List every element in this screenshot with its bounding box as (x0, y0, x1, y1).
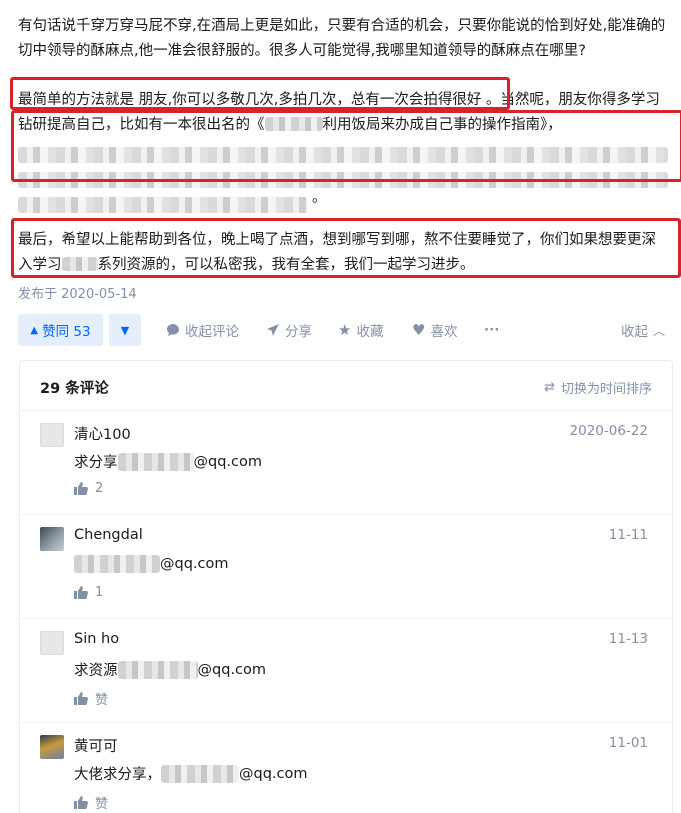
comment-date: 11-13 (608, 631, 648, 647)
highlight-box (11, 110, 681, 182)
like-button[interactable]: ♥ 喜欢 (412, 314, 457, 346)
comment-text: 大佬求分享， @qq.com (74, 763, 308, 784)
comment-item: 黄可可 11-01 大佬求分享， @qq.com 赞 (20, 723, 672, 813)
blurred-email (161, 764, 239, 783)
highlight-box (10, 77, 510, 110)
blurred-email (117, 660, 198, 679)
avatar[interactable] (40, 423, 64, 447)
comment-text: @qq.com (74, 555, 229, 573)
like-label: 喜欢 (430, 324, 458, 340)
comment-text: 求资源 @qq.com (74, 659, 266, 680)
blurred-email (117, 452, 194, 471)
comment-suffix: @qq.com (160, 556, 229, 572)
swap-icon: ⇄ (544, 380, 555, 395)
upvote-button[interactable]: ▲ 赞同 53 (18, 314, 103, 346)
comment-suffix: @qq.com (193, 453, 263, 470)
comment-author[interactable]: Sin ho (74, 631, 119, 647)
action-bar: ▲ 赞同 53 ▼ 收起评论 分享 ★ 收藏 ♥ 喜欢 ··· 收起 ︿ (18, 314, 668, 346)
comments-header: 29 条评论 ⇄ 切换为时间排序 (20, 361, 672, 411)
comment-item: Sin ho 11-13 求资源 @qq.com 赞 (20, 619, 672, 723)
comment-like-button[interactable]: 赞 (74, 793, 108, 812)
avatar[interactable] (40, 631, 64, 655)
comment-like-count: 赞 (95, 797, 109, 812)
comment-date: 2020-06-22 (569, 423, 648, 439)
comment-item: 清心100 2020-06-22 求分享 @qq.com 2 (20, 411, 672, 515)
triangle-down-icon: ▼ (120, 323, 130, 337)
downvote-button[interactable]: ▼ (109, 314, 141, 346)
comment-icon (167, 324, 179, 336)
share-button[interactable]: 分享 (266, 314, 312, 346)
comment-suffix: @qq.com (197, 661, 267, 678)
star-icon: ★ (338, 321, 352, 339)
sort-label: 切换为时间排序 (560, 382, 652, 397)
comment-like-count: 赞 (95, 693, 109, 708)
thumb-up-icon (74, 586, 88, 599)
comments-count: 29 条评论 (40, 381, 109, 397)
comment-like-button[interactable]: 赞 (74, 689, 108, 708)
share-icon (267, 324, 279, 336)
paragraph-2-end: 。 (312, 190, 327, 206)
publish-date: 发布于 2020-05-14 (18, 287, 137, 302)
comment-suffix: @qq.com (239, 765, 308, 782)
more-icon: ··· (484, 322, 500, 338)
heart-icon: ♥ (412, 321, 426, 339)
triangle-up-icon: ▲ (30, 324, 39, 336)
avatar[interactable] (40, 527, 64, 551)
more-button[interactable]: ··· (484, 314, 499, 346)
thumb-up-icon (74, 796, 88, 809)
avatar[interactable] (40, 735, 64, 759)
comment-prefix: 求分享 (74, 455, 118, 471)
thumb-up-icon (74, 482, 88, 495)
share-label: 分享 (285, 324, 312, 340)
comment-prefix: 求资源 (74, 663, 118, 679)
chevron-up-icon: ︿ (653, 323, 666, 338)
comment-like-button[interactable]: 2 (74, 481, 103, 496)
sort-toggle[interactable]: ⇄ 切换为时间排序 (544, 378, 652, 397)
collapse-comments-label: 收起评论 (185, 324, 239, 340)
comment-like-count: 2 (95, 481, 104, 496)
comment-item: Chengdal 11-11 @qq.com 1 (20, 515, 672, 619)
blurred-line (18, 197, 308, 213)
highlight-box (11, 218, 681, 278)
favorite-label: 收藏 (356, 324, 384, 340)
paragraph-1: 有句话说千穿万穿马屁不穿,在酒局上更是如此，只要有合适的机会，只要你能说的恰到好… (18, 18, 666, 59)
comment-like-count: 1 (95, 585, 104, 600)
collapse-button[interactable]: 收起 ︿ (621, 314, 665, 346)
favorite-button[interactable]: ★ 收藏 (338, 314, 383, 346)
comment-text: 求分享 @qq.com (74, 451, 262, 472)
blurred-email (74, 555, 160, 573)
thumb-up-icon (74, 692, 88, 705)
comment-author[interactable]: 清心100 (74, 423, 131, 444)
comment-prefix: 大佬求分享， (74, 767, 161, 783)
collapse-comments-button[interactable]: 收起评论 (166, 314, 239, 346)
comments-panel: 29 条评论 ⇄ 切换为时间排序 清心100 2020-06-22 求分享 @qq… (19, 360, 673, 813)
comment-date: 11-11 (608, 527, 648, 543)
comment-date: 11-01 (608, 735, 648, 751)
comment-author[interactable]: Chengdal (74, 527, 143, 543)
collapse-label: 收起 (621, 324, 648, 340)
comment-author[interactable]: 黄可可 (74, 735, 118, 756)
upvote-label: 赞同 53 (42, 324, 91, 340)
comment-like-button[interactable]: 1 (74, 585, 103, 600)
